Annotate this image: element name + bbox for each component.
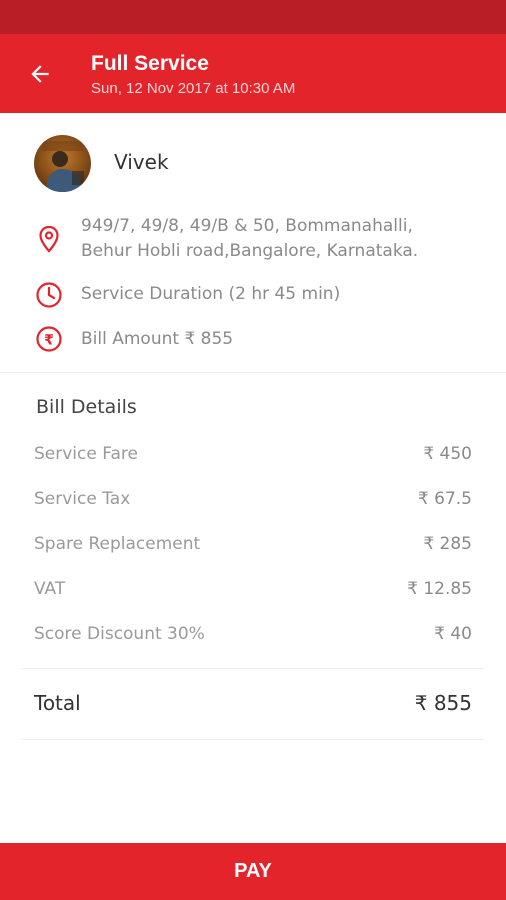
bill-row-value: ₹ 450	[423, 444, 472, 464]
bill-row-label: Score Discount 30%	[34, 624, 205, 644]
divider	[22, 668, 484, 669]
page-title: Full Service	[91, 52, 209, 75]
bill-row: Spare Replacement ₹ 285	[0, 534, 506, 558]
svg-text:₹: ₹	[44, 333, 54, 349]
pay-button[interactable]: PAY	[0, 843, 506, 900]
total-value: ₹ 855	[414, 691, 472, 715]
avatar	[34, 135, 91, 192]
bill-row-label: Service Fare	[34, 444, 138, 464]
total-label: Total	[34, 691, 81, 715]
customer-name: Vivek	[114, 150, 169, 174]
divider	[0, 372, 506, 373]
bill-details-title: Bill Details	[36, 396, 137, 418]
bill-row: Score Discount 30% ₹ 40	[0, 624, 506, 648]
bill-amount: Bill Amount ₹ 855	[81, 329, 234, 349]
bill-row-label: Spare Replacement	[34, 534, 201, 554]
arrow-left-icon	[31, 65, 49, 83]
address-line-1: 949/7, 49/8, 49/B & 50, Bommanahalli,	[81, 216, 413, 236]
status-bar	[0, 0, 506, 34]
bill-row-value: ₹ 12.85	[407, 579, 472, 599]
bill-row-label: VAT	[34, 579, 66, 599]
page-subtitle: Sun, 12 Nov 2017 at 10:30 AM	[91, 80, 296, 97]
bill-row: Service Tax ₹ 67.5	[0, 489, 506, 513]
divider	[22, 739, 484, 740]
location-pin-icon	[34, 224, 64, 254]
clock-icon	[34, 280, 64, 310]
bill-row-value: ₹ 67.5	[417, 489, 472, 509]
back-button[interactable]	[20, 54, 60, 94]
address: 949/7, 49/8, 49/B & 50, Bommanahalli, Be…	[81, 215, 418, 262]
bill-row-label: Service Tax	[34, 489, 131, 509]
address-line-2: Behur Hobli road,Bangalore, Karnataka.	[81, 241, 419, 261]
bill-row-value: ₹ 40	[434, 624, 472, 644]
bill-row: Service Fare ₹ 450	[0, 444, 506, 468]
rupee-icon: ₹	[34, 324, 64, 354]
bill-row: VAT ₹ 12.85	[0, 579, 506, 603]
bill-row-value: ₹ 285	[423, 534, 472, 554]
app-bar: Full Service Sun, 12 Nov 2017 at 10:30 A…	[0, 34, 506, 113]
service-duration: Service Duration (2 hr 45 min)	[81, 284, 341, 304]
